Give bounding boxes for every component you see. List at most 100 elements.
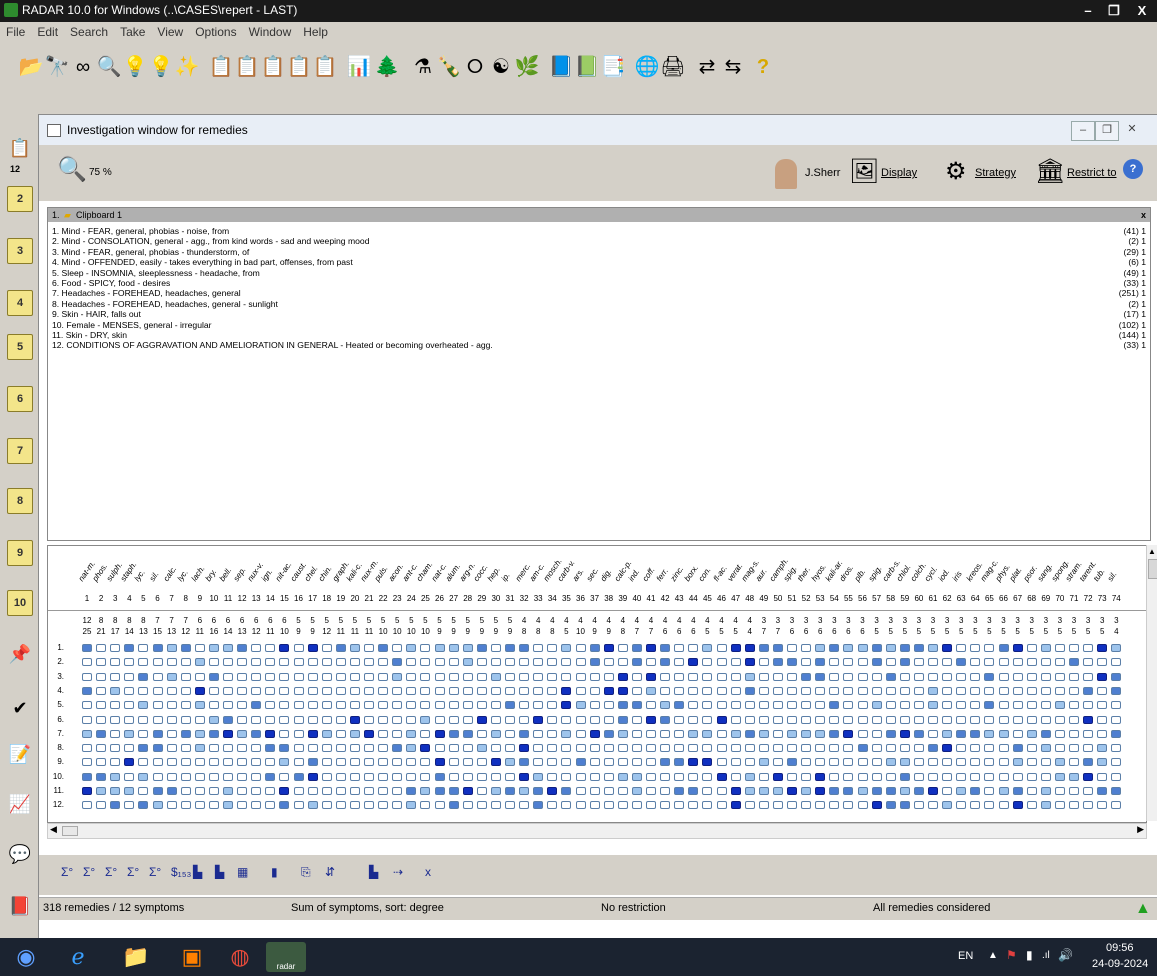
grade-cell[interactable] xyxy=(716,701,727,710)
grade-cell[interactable] xyxy=(589,729,600,738)
grade-cell[interactable] xyxy=(801,758,812,767)
grade-cell[interactable] xyxy=(984,715,995,724)
grade-cell[interactable] xyxy=(998,658,1009,667)
grade-cell[interactable] xyxy=(349,801,360,810)
grade-cell[interactable] xyxy=(871,686,882,695)
grade-cell[interactable] xyxy=(1111,644,1122,652)
clock-date[interactable]: 24-09-2024 xyxy=(1092,958,1148,970)
grade-cell[interactable] xyxy=(1012,772,1023,781)
grade-cell[interactable] xyxy=(885,658,896,667)
grade-cell[interactable] xyxy=(96,744,107,753)
symptom-text[interactable]: 3. Mind - FEAR, general, phobias - thund… xyxy=(52,247,249,257)
grade-cell[interactable] xyxy=(674,658,685,667)
grade-cell[interactable] xyxy=(265,686,276,695)
grade-cell[interactable] xyxy=(1054,744,1065,753)
grade-cell[interactable] xyxy=(166,715,177,724)
grade-cell[interactable] xyxy=(928,672,938,681)
grade-cell[interactable] xyxy=(899,744,910,753)
grade-cell[interactable] xyxy=(265,672,276,681)
grade-cell[interactable] xyxy=(307,686,318,695)
grade-cell[interactable] xyxy=(533,772,544,781)
grade-cell[interactable] xyxy=(335,758,346,767)
grade-cell[interactable] xyxy=(364,701,374,710)
grade-cell[interactable] xyxy=(110,715,121,724)
grade-cell[interactable] xyxy=(998,801,1009,810)
grade-cell[interactable] xyxy=(152,715,163,724)
grade-cell[interactable] xyxy=(307,701,318,710)
grade-cell[interactable] xyxy=(194,672,205,681)
grade-cell[interactable] xyxy=(970,729,981,738)
scroll-left-icon[interactable]: ◀ xyxy=(50,824,57,835)
clipboard-1-icon[interactable]: 📋 xyxy=(234,54,260,80)
grade-cell[interactable] xyxy=(787,715,797,724)
grade-cell[interactable] xyxy=(885,644,896,652)
grade-cell[interactable] xyxy=(251,744,262,753)
grade-cell[interactable] xyxy=(1040,701,1051,710)
grade-cell[interactable] xyxy=(138,658,149,667)
grade-cell[interactable] xyxy=(617,644,628,652)
grade-cell[interactable] xyxy=(166,772,177,781)
grade-cell[interactable] xyxy=(349,772,360,781)
analysis-tool-button[interactable]: Σ° xyxy=(61,865,73,879)
grade-cell[interactable] xyxy=(1111,744,1122,753)
grade-cell[interactable] xyxy=(787,729,797,738)
grade-cell[interactable] xyxy=(420,787,431,795)
grade-cell[interactable] xyxy=(1054,801,1065,810)
grade-cell[interactable] xyxy=(180,715,191,724)
grade-cell[interactable] xyxy=(899,729,910,738)
grade-cell[interactable] xyxy=(124,644,135,652)
grade-cell[interactable] xyxy=(928,658,938,667)
grade-cell[interactable] xyxy=(1054,672,1065,681)
grade-cell[interactable] xyxy=(801,715,812,724)
grade-cell[interactable] xyxy=(787,686,797,695)
grade-cell[interactable] xyxy=(1083,801,1094,810)
grade-cell[interactable] xyxy=(1026,772,1037,781)
remedy-name[interactable]: zinc. xyxy=(669,564,686,583)
grade-cell[interactable] xyxy=(730,787,741,795)
grade-cell[interactable] xyxy=(110,744,121,753)
grade-cell[interactable] xyxy=(674,729,685,738)
grade-cell[interactable] xyxy=(970,772,981,781)
grade-cell[interactable] xyxy=(321,686,332,695)
grade-cell[interactable] xyxy=(1111,758,1122,767)
grade-cell[interactable] xyxy=(82,644,92,652)
grade-cell[interactable] xyxy=(829,701,840,710)
grade-cell[interactable] xyxy=(758,801,769,810)
grade-cell[interactable] xyxy=(603,729,614,738)
grade-cell[interactable] xyxy=(349,744,360,753)
grade-cell[interactable] xyxy=(956,672,967,681)
start-button-icon[interactable]: ◉ xyxy=(10,942,42,972)
grade-cell[interactable] xyxy=(787,701,797,710)
clipboard-close-button[interactable]: x xyxy=(1141,208,1146,222)
grade-cell[interactable] xyxy=(1069,658,1079,667)
grade-cell[interactable] xyxy=(730,772,741,781)
grade-cell[interactable] xyxy=(223,686,233,695)
grade-cell[interactable] xyxy=(1111,787,1122,795)
grade-cell[interactable] xyxy=(561,715,572,724)
grade-cell[interactable] xyxy=(998,758,1009,767)
grade-cell[interactable] xyxy=(265,772,276,781)
grade-cell[interactable] xyxy=(293,672,304,681)
grade-cell[interactable] xyxy=(857,787,868,795)
grade-cell[interactable] xyxy=(96,801,107,810)
grade-cell[interactable] xyxy=(1083,744,1094,753)
grade-cell[interactable] xyxy=(956,729,967,738)
grade-cell[interactable] xyxy=(772,672,783,681)
grade-cell[interactable] xyxy=(406,729,417,738)
grade-cell[interactable] xyxy=(533,701,544,710)
grade-cell[interactable] xyxy=(829,801,840,810)
grade-cell[interactable] xyxy=(1069,801,1079,810)
grade-cell[interactable] xyxy=(265,658,276,667)
grade-cell[interactable] xyxy=(265,644,276,652)
chart-icon[interactable]: 📊 xyxy=(346,54,372,80)
grade-cell[interactable] xyxy=(758,758,769,767)
grade-cell[interactable] xyxy=(533,801,544,810)
grade-cell[interactable] xyxy=(82,772,92,781)
grade-cell[interactable] xyxy=(801,644,812,652)
grade-cell[interactable] xyxy=(406,787,417,795)
restrict-icon[interactable]: 🏛 xyxy=(1035,157,1065,186)
grade-cell[interactable] xyxy=(448,729,459,738)
grade-cell[interactable] xyxy=(829,729,840,738)
grade-cell[interactable] xyxy=(787,644,797,652)
grade-cell[interactable] xyxy=(406,701,417,710)
